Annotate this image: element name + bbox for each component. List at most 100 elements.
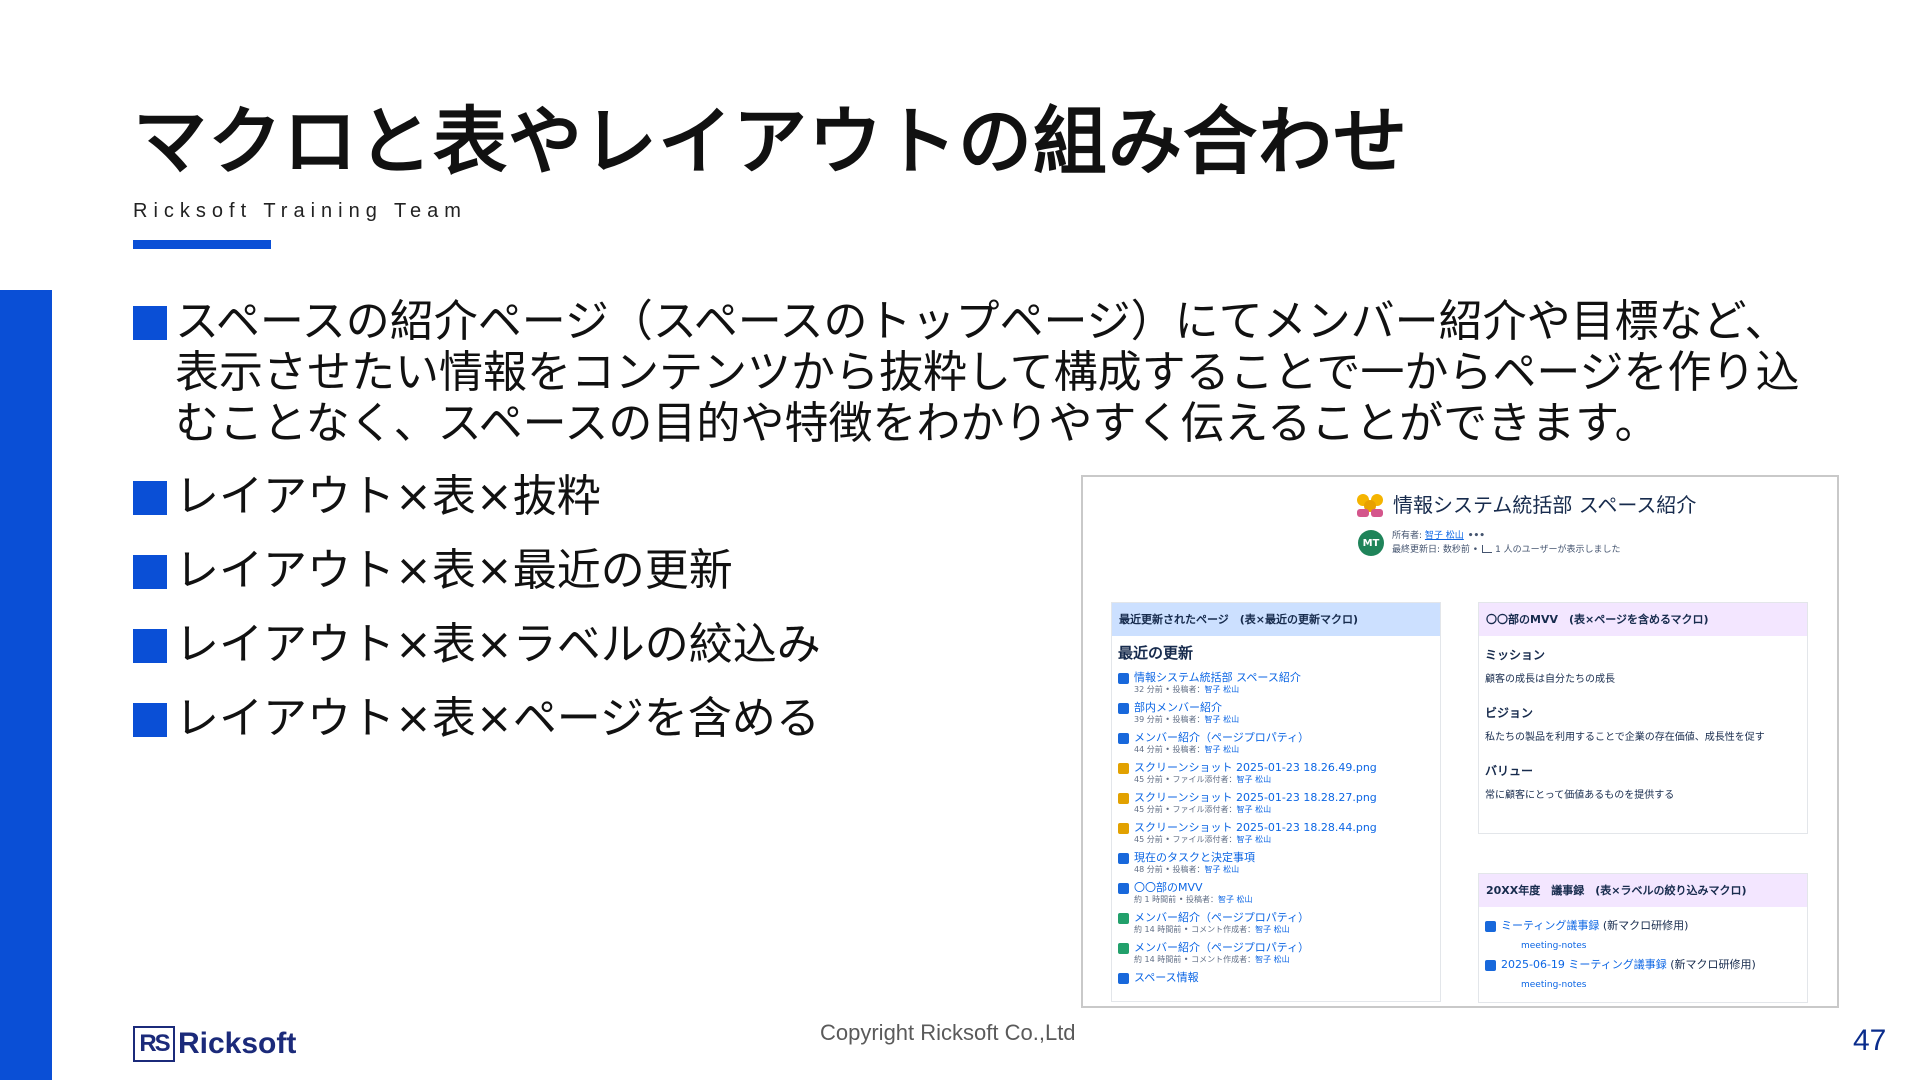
list-item: スクリーンショット 2025-01-23 18.28.27.png 45 分前 •… <box>1118 791 1434 815</box>
page-number: 47 <box>1853 1024 1887 1057</box>
page-icon <box>1118 973 1129 984</box>
author-link[interactable]: 智子 松山 <box>1205 715 1240 724</box>
image-icon <box>1118 823 1129 834</box>
last-updated: 最終更新日: 数秒前 • <box>1392 545 1479 555</box>
author-link[interactable]: 智子 松山 <box>1237 835 1272 844</box>
bullet-item: スペースの紹介ページ（スペースのトップページ）にてメンバー紹介や目標など、表示さ… <box>133 296 1823 449</box>
recent-item-link[interactable]: メンバー紹介（ページプロパティ） <box>1134 941 1434 954</box>
meta-text: 32 分前 • 投稿者： <box>1134 685 1205 694</box>
minutes-panel: 20XX年度 議事録 (表×ラベルの絞り込みマクロ) ミーティング議事録 (新マ… <box>1478 873 1808 1003</box>
author-link[interactable]: 智子 松山 <box>1205 685 1240 694</box>
copyright: Copyright Ricksoft Co.,Ltd <box>820 1020 1076 1045</box>
owner-link[interactable]: 智子 松山 <box>1425 531 1464 541</box>
square-bullet-icon <box>133 629 167 663</box>
analytics-icon <box>1482 545 1493 553</box>
square-bullet-icon <box>133 481 167 515</box>
recent-item-meta: 約 14 時間前 • コメント作成者：智子 松山 <box>1134 924 1434 935</box>
page-icon <box>1118 883 1129 894</box>
people-emoji-icon <box>1357 493 1383 517</box>
list-item: ミーティング議事録 (新マクロ研修用) meeting-notes <box>1485 919 1801 952</box>
recent-item-link[interactable]: メンバー紹介（ページプロパティ） <box>1134 911 1434 924</box>
meta-text: 39 分前 • 投稿者： <box>1134 715 1205 724</box>
minute-link[interactable]: ミーティング議事録 <box>1501 919 1599 932</box>
page-title-text: 情報システム統括部 スペース紹介 <box>1393 493 1697 517</box>
comment-icon <box>1118 913 1129 924</box>
meta-text: 約 14 時間前 • コメント作成者： <box>1134 925 1256 934</box>
bullet-text: スペースの紹介ページ（スペースのトップページ）にてメンバー紹介や目標など、表示さ… <box>175 296 1800 449</box>
author-link[interactable]: 智子 松山 <box>1205 745 1240 754</box>
mission-heading: ミッション <box>1485 648 1546 662</box>
mvv-panel: 〇〇部のMVV (表×ページを含めるマクロ) ミッション 顧客の成長は自分たちの… <box>1478 602 1808 834</box>
square-bullet-icon <box>133 306 167 340</box>
recent-item-meta: 45 分前 • ファイル添付者：智子 松山 <box>1134 774 1434 785</box>
logo-mark: RS <box>133 1026 175 1062</box>
recent-item-link[interactable]: 〇〇部のMVV <box>1134 881 1434 894</box>
recent-item-meta: 44 分前 • 投稿者：智子 松山 <box>1134 744 1434 755</box>
vision-text: 私たちの製品を利用することで企業の存在価値、成長性を促す <box>1485 732 1765 743</box>
logo-text: Ricksoft <box>178 1027 297 1060</box>
list-item: スクリーンショット 2025-01-23 18.26.49.png 45 分前 •… <box>1118 761 1434 785</box>
minutes-header: 20XX年度 議事録 (表×ラベルの絞り込みマクロ) <box>1479 874 1807 907</box>
mission-text: 顧客の成長は自分たちの成長 <box>1485 674 1615 685</box>
meta-text: 約 1 時間前 • 投稿者： <box>1134 895 1218 904</box>
recent-item-meta: 32 分前 • 投稿者：智子 松山 <box>1134 684 1434 695</box>
recent-item-link[interactable]: スペース情報 <box>1134 971 1434 984</box>
page-icon <box>1485 921 1496 932</box>
meta-text: 44 分前 • 投稿者： <box>1134 745 1205 754</box>
author-link[interactable]: 智子 松山 <box>1237 805 1272 814</box>
list-item: 2025-06-19 ミーティング議事録 (新マクロ研修用) meeting-n… <box>1485 958 1801 991</box>
more-actions-icon[interactable]: ••• <box>1468 531 1485 541</box>
meta-text: 45 分前 • ファイル添付者： <box>1134 775 1237 784</box>
recent-updates-heading: 最近の更新 <box>1118 644 1194 662</box>
recent-item-link[interactable]: 現在のタスクと決定事項 <box>1134 851 1434 864</box>
avatar[interactable]: MT <box>1358 530 1384 556</box>
author-link[interactable]: 智子 松山 <box>1255 955 1290 964</box>
mvv-header: 〇〇部のMVV (表×ページを含めるマクロ) <box>1479 603 1807 636</box>
list-item: メンバー紹介（ページプロパティ）約 14 時間前 • コメント作成者：智子 松山 <box>1118 941 1434 965</box>
recent-updates-panel: 最近更新されたページ (表×最近の更新マクロ) 最近の更新 情報システム統括部 … <box>1111 602 1441 1002</box>
recent-item-meta: 45 分前 • ファイル添付者：智子 松山 <box>1134 834 1434 845</box>
page-icon <box>1118 703 1129 714</box>
recent-item-meta: 約 1 時間前 • 投稿者：智子 松山 <box>1134 894 1434 905</box>
square-bullet-icon <box>133 703 167 737</box>
comment-icon <box>1118 943 1129 954</box>
meta-text: 45 分前 • ファイル添付者： <box>1134 805 1237 814</box>
minutes-list: ミーティング議事録 (新マクロ研修用) meeting-notes 2025-0… <box>1479 907 1807 997</box>
list-item: 情報システム統括部 スペース紹介 32 分前 • 投稿者：智子 松山 <box>1118 671 1434 695</box>
recent-item-meta: 約 14 時間前 • コメント作成者：智子 松山 <box>1134 954 1434 965</box>
meta-text: 45 分前 • ファイル添付者： <box>1134 835 1237 844</box>
minute-title: ミーティング議事録 (新マクロ研修用) <box>1501 919 1801 933</box>
list-item: 部内メンバー紹介 39 分前 • 投稿者：智子 松山 <box>1118 701 1434 725</box>
author-link[interactable]: 智子 松山 <box>1255 925 1290 934</box>
minute-title: 2025-06-19 ミーティング議事録 (新マクロ研修用) <box>1501 958 1801 972</box>
minute-link[interactable]: 2025-06-19 ミーティング議事録 <box>1501 958 1667 971</box>
label-chip[interactable]: meeting-notes <box>1501 980 1587 990</box>
recent-item-meta: 39 分前 • 投稿者：智子 松山 <box>1134 714 1434 725</box>
recent-item-meta: 48 分前 • 投稿者：智子 松山 <box>1134 864 1434 875</box>
square-bullet-icon <box>133 555 167 589</box>
image-icon <box>1118 793 1129 804</box>
byline-text: 所有者: 智子 松山 ••• 最終更新日: 数秒前 • 1 人のユーザーが表示しまし… <box>1392 529 1621 557</box>
author-link[interactable]: 智子 松山 <box>1205 865 1240 874</box>
ricksoft-logo: RS Ricksoft <box>133 1026 296 1062</box>
label-chip[interactable]: meeting-notes <box>1501 941 1587 951</box>
list-item: メンバー紹介（ページプロパティ）約 14 時間前 • コメント作成者：智子 松山 <box>1118 911 1434 935</box>
author-link[interactable]: 智子 松山 <box>1218 895 1253 904</box>
recent-item-link[interactable]: 部内メンバー紹介 <box>1134 701 1434 714</box>
viewer-count[interactable]: 1 人のユーザーが表示しました <box>1495 545 1620 555</box>
vision-heading: ビジョン <box>1485 706 1534 720</box>
minute-suffix: (新マクロ研修用) <box>1666 958 1756 971</box>
owner-label: 所有者: <box>1392 531 1423 541</box>
author-link[interactable]: 智子 松山 <box>1237 775 1272 784</box>
recent-item-link[interactable]: スクリーンショット 2025-01-23 18.26.49.png <box>1134 761 1434 774</box>
value-text: 常に顧客にとって価値あるものを提供する <box>1485 790 1675 801</box>
recent-item-link[interactable]: 情報システム統括部 スペース紹介 <box>1134 671 1434 684</box>
page-icon <box>1118 673 1129 684</box>
page-icon <box>1485 960 1496 971</box>
recent-item-link[interactable]: スクリーンショット 2025-01-23 18.28.27.png <box>1134 791 1434 804</box>
recent-item-link[interactable]: スクリーンショット 2025-01-23 18.28.44.png <box>1134 821 1434 834</box>
space-page-title: 情報システム統括部 スペース紹介 <box>1355 489 1696 518</box>
page-icon <box>1118 853 1129 864</box>
recent-item-link[interactable]: メンバー紹介（ページプロパティ） <box>1134 731 1434 744</box>
page-byline: MT 所有者: 智子 松山 ••• 最終更新日: 数秒前 • 1 人のユーザーが表示… <box>1358 529 1621 557</box>
